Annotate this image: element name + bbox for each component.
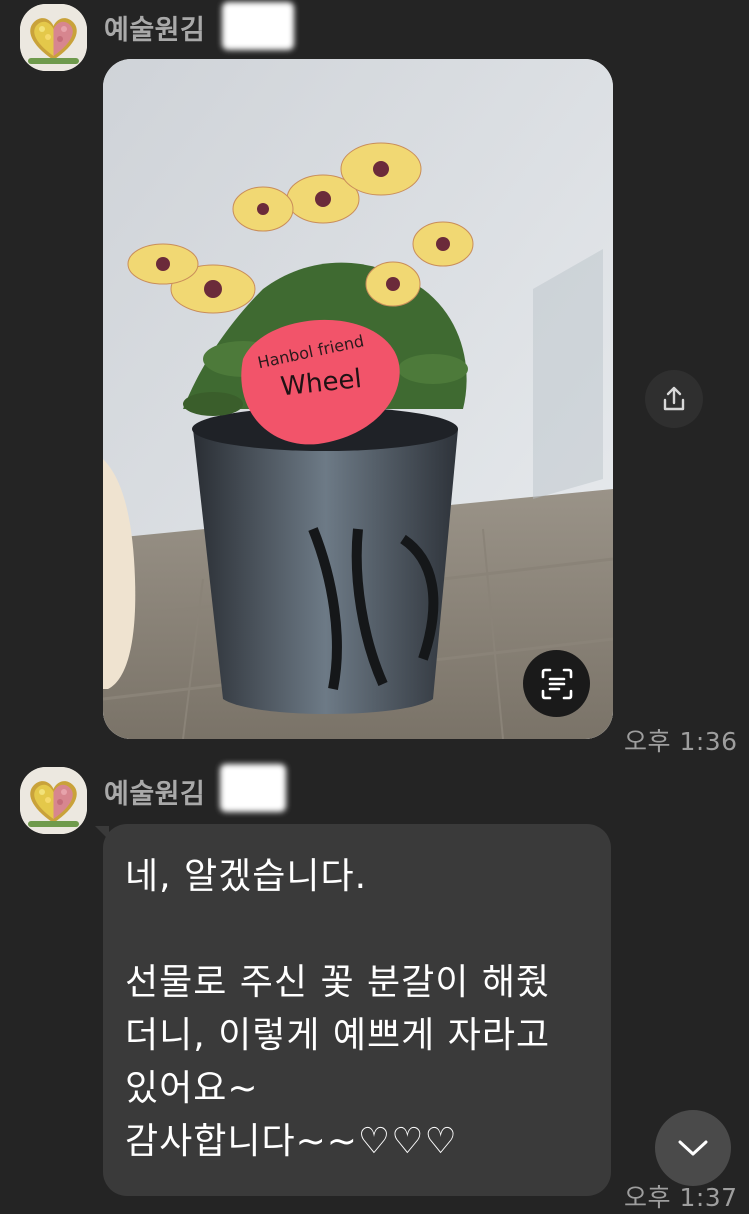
text-message-bubble[interactable]: 네, 알겠습니다. 선물로 주신 꽃 분갈이 해줬 더니, 이렇게 예쁘게 자라… (103, 824, 611, 1196)
message-line: 더니, 이렇게 예쁘게 자라고 (125, 1015, 551, 1056)
sender-name: 예술원김 (104, 779, 206, 810)
chevron-down-icon (678, 1140, 708, 1156)
message-line: 선물로 주신 꽃 분갈이 해줬 (125, 962, 551, 1003)
sender-avatar[interactable] (20, 767, 87, 834)
message-time: 오후 1:36 (624, 727, 738, 756)
message-line: 네, 알겠습니다. (125, 856, 368, 897)
photo-message[interactable]: Hanbol friend Wheel (103, 59, 613, 739)
scroll-to-bottom-button[interactable] (655, 1110, 731, 1186)
share-button[interactable] (645, 370, 703, 428)
sender-avatar[interactable] (20, 4, 87, 71)
message-line-blank (125, 903, 591, 956)
redacted-name-blur (222, 2, 294, 50)
heart-flower-avatar-image (20, 767, 87, 834)
message-line: 있어요~ (125, 1068, 259, 1109)
sender-name: 예술원김 (104, 15, 206, 46)
text-scan-icon (541, 668, 572, 699)
heart-flower-avatar-image (20, 4, 87, 71)
redacted-name-blur (220, 764, 286, 812)
text-scan-button[interactable] (523, 650, 590, 717)
message-line: 감사합니다~~♡♡♡ (125, 1121, 458, 1162)
flower-pot-photo: Hanbol friend Wheel (103, 59, 613, 739)
share-icon (663, 386, 685, 411)
